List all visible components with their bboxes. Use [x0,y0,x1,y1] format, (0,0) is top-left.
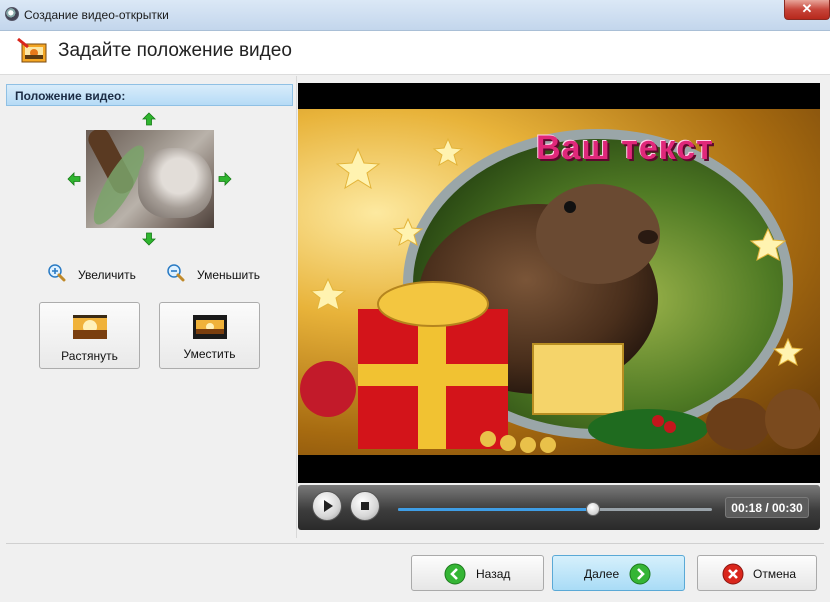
video-overlay-text[interactable]: Ваш текст [536,129,714,168]
back-button[interactable]: Назад [411,555,544,591]
zoom-in-link[interactable]: Увеличить [48,264,148,284]
play-icon [324,500,333,512]
stretch-image-icon [72,315,107,339]
window-close-button[interactable]: ✕ [784,0,830,20]
play-button[interactable] [312,491,342,521]
zoom-in-label: Увеличить [78,268,136,282]
move-up-arrow-icon[interactable] [142,112,156,126]
seek-track[interactable] [398,502,712,516]
move-left-arrow-icon[interactable] [67,172,81,186]
video-preview: Ваш текст [298,83,820,483]
cancel-label: Отмена [753,567,797,581]
fit-image-icon [192,315,227,339]
title-bar: Создание видео-открытки ✕ [0,0,830,31]
zoom-out-label: Уменьшить [197,268,260,282]
app-reel-icon [5,7,19,21]
next-arrow-icon [629,563,651,585]
next-button[interactable]: Далее [552,555,685,591]
zoom-out-link[interactable]: Уменьшить [167,264,267,284]
stretch-button[interactable]: Растянуть [39,302,140,369]
position-section-label: Положение видео: [15,89,126,103]
position-section-header: Положение видео: [6,84,293,106]
seek-handle[interactable] [585,502,600,516]
stop-button[interactable] [350,491,380,521]
fit-button[interactable]: Уместить [159,302,260,369]
seek-progress [398,508,593,511]
page-title: Задайте положение видео [58,40,292,61]
thumbnail-koala [138,148,212,218]
window-title: Создание видео-открытки [24,8,169,22]
cancel-button[interactable]: Отмена [697,555,817,591]
video-card-image: Ваш текст [298,109,820,455]
time-display: 00:18 / 00:30 [725,497,809,518]
player-control-bar: 00:18 / 00:30 [298,485,820,530]
cancel-x-icon [722,563,744,585]
stop-icon [361,502,369,510]
move-down-arrow-icon[interactable] [142,232,156,246]
fit-label: Уместить [183,347,236,361]
stretch-label: Растянуть [61,349,118,363]
zoom-out-icon [167,264,185,282]
page-header: Задайте положение видео [0,31,830,75]
footer-divider [6,543,824,544]
next-label: Далее [584,567,620,581]
film-image-icon [17,37,47,63]
back-arrow-icon [444,563,466,585]
zoom-in-icon [48,264,66,282]
video-position-thumbnail[interactable] [86,130,214,228]
move-right-arrow-icon[interactable] [218,172,232,186]
back-label: Назад [476,567,511,581]
panel-divider [296,76,297,538]
